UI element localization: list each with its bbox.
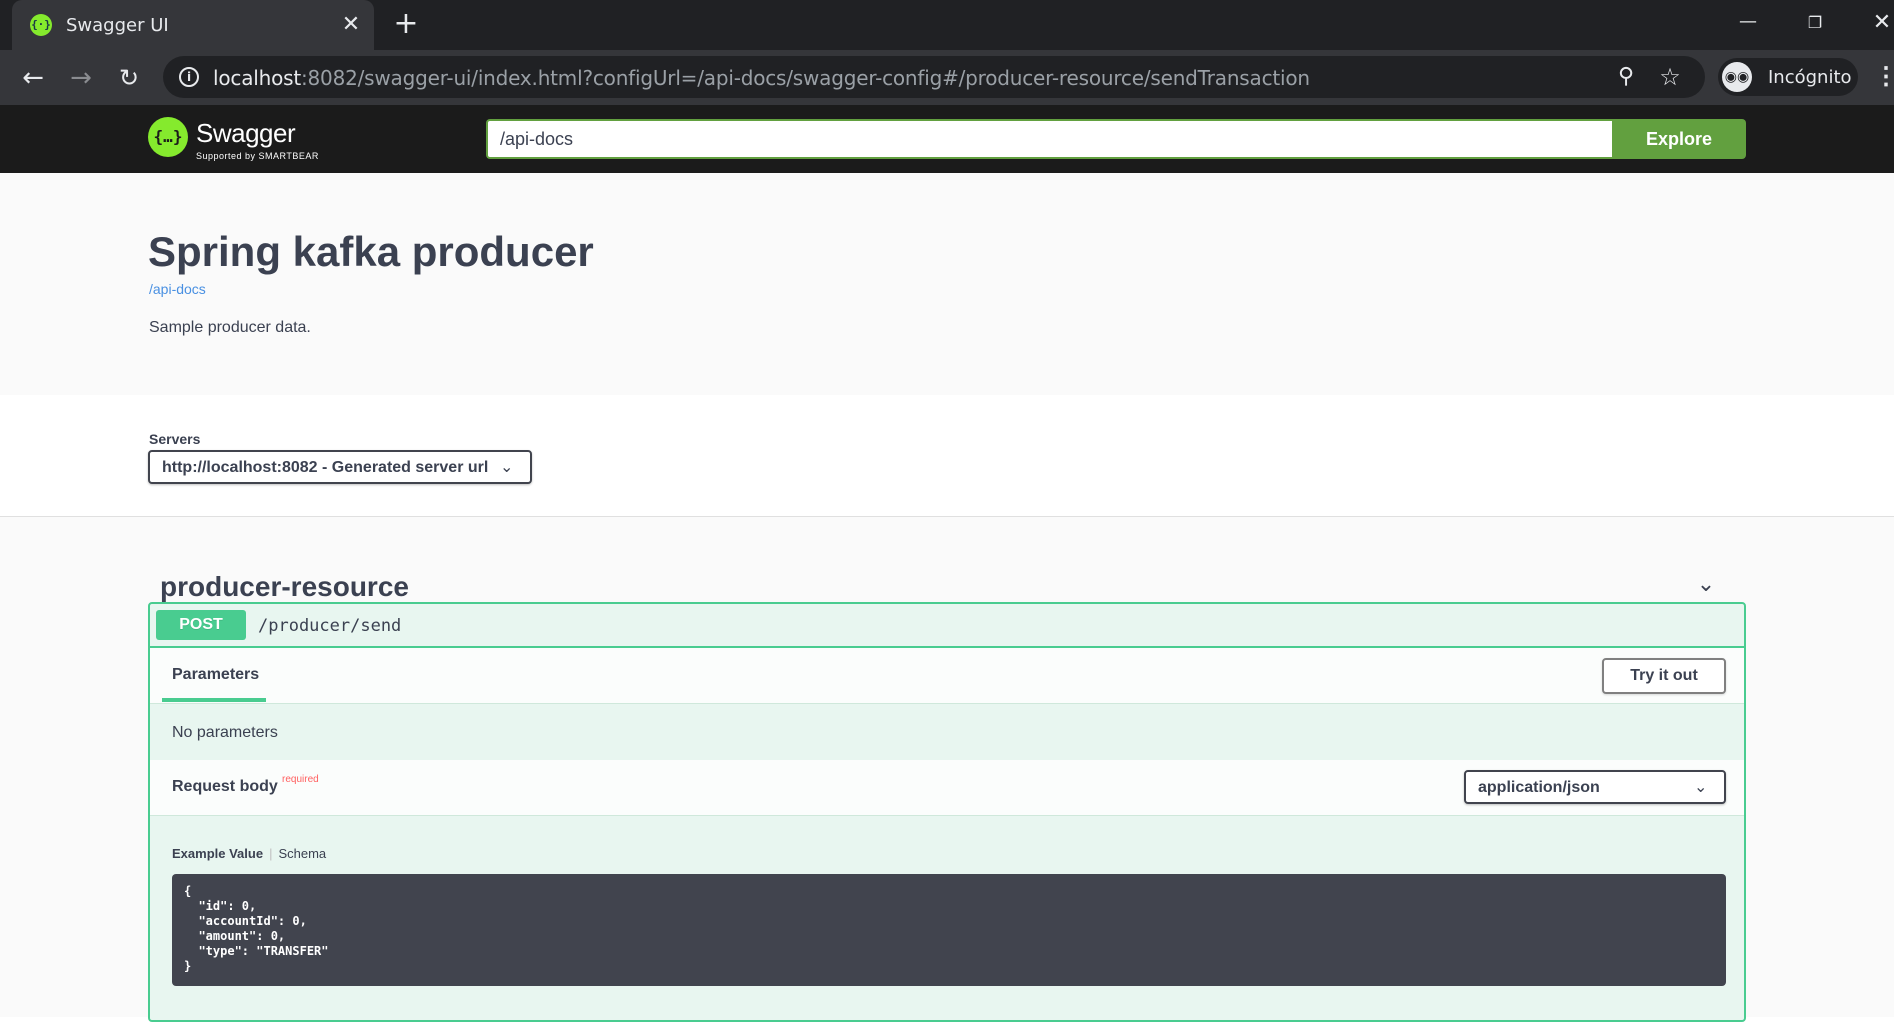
tab-schema[interactable]: Schema xyxy=(278,846,326,861)
tab-parameters-label: Parameters xyxy=(172,666,260,683)
code-line: { xyxy=(184,884,192,898)
operation-summary[interactable]: POST /producer/send xyxy=(150,604,1744,648)
menu-icon[interactable]: ⋮ xyxy=(1874,62,1894,92)
api-info-section: Spring kafka producer /api-docs Sample p… xyxy=(0,173,1894,395)
back-arrow-icon[interactable]: ← xyxy=(16,62,50,96)
reload-icon[interactable]: ↻ xyxy=(112,62,146,96)
incognito-profile-button[interactable]: ◉◉ Incógnito xyxy=(1718,58,1858,96)
swagger-favicon-icon: {·} xyxy=(30,14,52,36)
code-line: "id": 0, xyxy=(184,899,257,913)
browser-tab-bar: {·} Swagger UI ✕ + — ❐ ✕ xyxy=(0,0,1894,50)
forward-arrow-icon[interactable]: → xyxy=(64,62,98,96)
chevron-down-icon: ⌄ xyxy=(1694,777,1708,796)
explore-button[interactable]: Explore xyxy=(1612,119,1746,159)
swagger-topbar: {…} Swagger Supported by SMARTBEAR Explo… xyxy=(0,105,1894,173)
servers-section: Servers http://localhost:8082 - Generate… xyxy=(0,395,1894,517)
info-icon[interactable]: i xyxy=(179,67,199,87)
tab-close-icon[interactable]: ✕ xyxy=(337,10,365,38)
address-bar[interactable]: i localhost:8082/swagger-ui/index.html?c… xyxy=(163,56,1705,98)
swagger-logo-icon: {…} xyxy=(148,117,188,157)
example-tabs: Example Value | Schema xyxy=(172,846,326,861)
star-icon[interactable]: ☆ xyxy=(1657,64,1683,90)
spec-link[interactable]: /api-docs xyxy=(149,281,206,297)
request-body-header: Request body required application/json ⌄ xyxy=(150,760,1744,816)
no-parameters-text: No parameters xyxy=(172,724,278,741)
api-description: Sample producer data. xyxy=(149,319,311,336)
operation-block: POST /producer/send Parameters Try it ou… xyxy=(148,602,1746,1022)
content-type-value: application/json xyxy=(1478,779,1600,796)
content-type-select[interactable]: application/json ⌄ xyxy=(1464,770,1726,804)
servers-label: Servers xyxy=(149,431,201,447)
try-it-out-button[interactable]: Try it out xyxy=(1602,658,1726,694)
url-path: :8082/swagger-ui/index.html?configUrl=/a… xyxy=(300,66,1310,90)
operations-area: producer-resource ⌄ POST /producer/send … xyxy=(0,517,1894,1022)
url-host: localhost xyxy=(213,66,301,90)
operation-path: /producer/send xyxy=(258,616,402,636)
required-badge: required xyxy=(282,774,319,785)
method-badge: POST xyxy=(156,610,246,640)
window-close-button[interactable]: ✕ xyxy=(1862,8,1894,38)
code-line: "accountId": 0, xyxy=(184,914,307,928)
tab-parameters[interactable]: Parameters xyxy=(162,648,266,704)
servers-select[interactable]: http://localhost:8082 - Generated server… xyxy=(148,450,532,484)
incognito-label: Incógnito xyxy=(1768,67,1852,88)
example-code-block[interactable]: { "id": 0, "accountId": 0, "amount": 0, … xyxy=(172,874,1726,986)
chevron-down-icon: ⌄ xyxy=(500,457,514,476)
swagger-logo-subtitle: Supported by SMARTBEAR xyxy=(196,151,319,161)
tab-active-indicator xyxy=(162,698,266,702)
api-title: Spring kafka producer xyxy=(148,228,594,275)
tab-title: Swagger UI xyxy=(66,15,169,36)
request-body-label: Request body xyxy=(172,778,278,795)
tab-separator: | xyxy=(269,846,273,861)
window-minimize-button[interactable]: — xyxy=(1728,8,1768,38)
tab-example-value[interactable]: Example Value xyxy=(172,846,263,861)
code-line: } xyxy=(184,959,192,973)
browser-toolbar: ← → ↻ i localhost:8082/swagger-ui/index.… xyxy=(0,50,1894,105)
spec-url-input[interactable] xyxy=(486,119,1612,159)
code-line: "amount": 0, xyxy=(184,929,286,943)
tag-title: producer-resource xyxy=(160,571,409,602)
operation-tabs: Parameters Try it out xyxy=(150,648,1744,704)
swagger-logo-text: Swagger xyxy=(196,118,296,148)
browser-tab[interactable]: {·} Swagger UI ✕ xyxy=(12,0,374,50)
url-text[interactable]: localhost:8082/swagger-ui/index.html?con… xyxy=(213,66,1310,90)
code-line: "type": "TRANSFER" xyxy=(184,944,329,958)
new-tab-button[interactable]: + xyxy=(390,9,422,41)
window-restore-button[interactable]: ❐ xyxy=(1795,8,1835,38)
servers-selected-value: http://localhost:8082 - Generated server… xyxy=(162,459,489,476)
chevron-down-icon[interactable]: ⌄ xyxy=(1688,567,1724,603)
zoom-icon[interactable]: ⚲ xyxy=(1613,64,1639,90)
incognito-icon: ◉◉ xyxy=(1722,62,1752,92)
